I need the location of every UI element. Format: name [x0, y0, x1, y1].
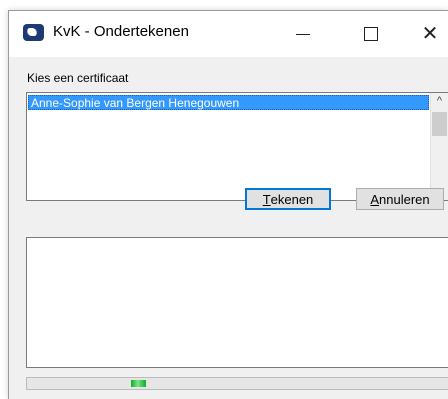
- cancel-button-accel: A: [370, 191, 380, 207]
- sign-button-label: ekenen: [270, 191, 314, 207]
- sign-button-accel: T: [262, 191, 271, 207]
- maximize-icon: [364, 27, 378, 41]
- scroll-thumb[interactable]: [432, 112, 447, 136]
- window-title: KvK - Ondertekenen: [53, 23, 189, 40]
- scroll-up-icon[interactable]: ^: [431, 93, 448, 110]
- output-panel: [26, 237, 448, 368]
- certificate-list[interactable]: Anne-Sophie van Bergen Henegouwen ^ v: [26, 92, 448, 201]
- maximize-button[interactable]: [343, 11, 399, 57]
- close-button[interactable]: ✕: [411, 11, 448, 57]
- sign-dialog-window: KvK - Ondertekenen ✕ Kies een certificaa…: [8, 10, 448, 399]
- title-bar[interactable]: KvK - Ondertekenen ✕: [9, 11, 448, 57]
- minimize-icon: [296, 33, 310, 35]
- minimize-button[interactable]: [275, 11, 331, 57]
- close-icon: ✕: [421, 23, 439, 45]
- progress-indicator: [131, 380, 146, 387]
- kvk-app-icon: [23, 24, 44, 41]
- certificate-label: Kies een certificaat: [27, 71, 129, 85]
- cancel-button-label: nnuleren: [379, 191, 430, 207]
- progress-bar: [26, 377, 448, 390]
- sign-button[interactable]: Tekenen: [245, 188, 331, 210]
- cancel-button[interactable]: Annuleren: [356, 188, 444, 210]
- certificate-item[interactable]: Anne-Sophie van Bergen Henegouwen: [28, 95, 429, 110]
- list-scrollbar[interactable]: ^ v: [430, 93, 448, 200]
